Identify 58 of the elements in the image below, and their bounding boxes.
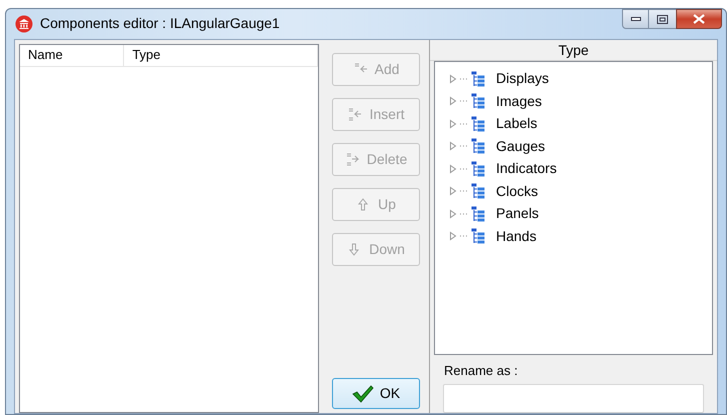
dotted-line-icon: [460, 145, 468, 148]
tree-item[interactable]: Panels: [449, 202, 712, 225]
expand-icon[interactable]: [449, 186, 457, 196]
expand-icon[interactable]: [449, 74, 457, 84]
tree-item-label: Hands: [496, 226, 536, 246]
dotted-line-icon: [460, 78, 468, 80]
tree-item[interactable]: Displays: [449, 68, 712, 90]
rename-field[interactable]: [443, 384, 704, 413]
rename-label: Rename as :: [444, 362, 519, 380]
dotted-line-icon: [460, 168, 468, 170]
expand-icon[interactable]: [449, 164, 457, 174]
tree-node-icon: [471, 116, 485, 132]
tree-item-label: Gauges: [496, 136, 546, 156]
type-tree[interactable]: Displays Images Labels Gauges Indicators Clocks Panels Hands: [434, 60, 713, 354]
minimize-button[interactable]: [622, 9, 649, 29]
tree-node-icon: [471, 206, 485, 222]
tree-item-label: Displays: [496, 69, 549, 88]
tree-item[interactable]: Clocks: [449, 180, 712, 202]
tree-item-label: Images: [496, 92, 542, 111]
close-button[interactable]: [676, 9, 722, 29]
close-icon: [693, 14, 705, 24]
tree-item-label: Clocks: [496, 182, 538, 201]
maximize-icon: [657, 14, 668, 24]
expand-icon[interactable]: [449, 208, 457, 219]
ok-button[interactable]: OK: [332, 378, 420, 409]
tree-node-icon: [471, 138, 485, 154]
dotted-line-icon: [460, 190, 468, 192]
dotted-line-icon: [460, 122, 468, 125]
tree-node-icon: [471, 228, 485, 244]
tree-item[interactable]: Images: [449, 90, 712, 112]
tree-item[interactable]: Indicators: [449, 158, 712, 180]
window-title: Components editor : ILAngularGauge1: [40, 14, 280, 34]
maximize-button[interactable]: [649, 9, 676, 29]
dotted-line-icon: [460, 100, 468, 102]
tree-node-icon: [471, 183, 485, 200]
tree-node-icon: [471, 70, 485, 87]
dotted-line-icon: [460, 235, 468, 238]
checkmark-icon: [352, 384, 374, 402]
column-header[interactable]: Type: [124, 44, 318, 66]
left-arrow-icon: [347, 106, 364, 122]
tree-node-icon: [471, 93, 485, 110]
expand-icon[interactable]: [449, 96, 457, 106]
app-icon: [15, 14, 33, 33]
tree-item-label: Labels: [496, 114, 538, 134]
expand-icon[interactable]: [449, 141, 457, 152]
tree-item[interactable]: Labels: [449, 112, 712, 135]
tree-item[interactable]: Hands: [449, 225, 712, 248]
minimize-icon: [630, 17, 640, 21]
expand-icon[interactable]: [449, 118, 457, 129]
tree-item-label: Panels: [496, 204, 539, 224]
column-header[interactable]: Name: [20, 44, 124, 66]
tree-node-icon: [471, 160, 485, 177]
dotted-line-icon: [460, 212, 468, 215]
tree-item[interactable]: Gauges: [449, 135, 712, 158]
expand-icon[interactable]: [449, 231, 457, 242]
right-arrow-icon: [344, 152, 361, 166]
tree-item-label: Indicators: [496, 159, 557, 178]
component-list[interactable]: Name Type: [19, 44, 319, 413]
